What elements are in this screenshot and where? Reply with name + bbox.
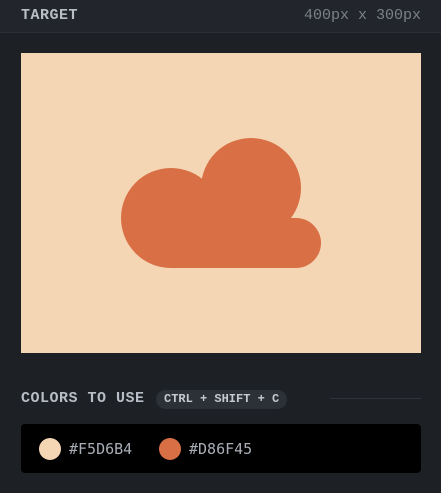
color-swatch-bar: #F5D6B4 #D86F45 — [21, 424, 421, 473]
color-hex-label: #D86F45 — [189, 439, 253, 458]
cloud-right-lobe — [271, 218, 321, 268]
target-size-label: 400px x 300px — [303, 7, 421, 24]
cloud-shape-illustration — [21, 53, 421, 353]
target-panel: TARGET 400px x 300px COLORS TO USE CTRL … — [0, 0, 441, 493]
color-swatch-1[interactable]: #D86F45 — [159, 424, 252, 473]
keyboard-shortcut-badge: CTRL + SHIFT + C — [156, 390, 288, 409]
colors-to-use-heading: COLORS TO USE — [21, 390, 145, 407]
panel-header: TARGET 400px x 300px — [0, 0, 441, 33]
color-dot-icon — [159, 437, 181, 460]
color-hex-label: #F5D6B4 — [69, 439, 133, 458]
header-title: TARGET — [21, 7, 79, 24]
color-swatch-0[interactable]: #F5D6B4 — [39, 424, 132, 473]
target-image — [21, 53, 421, 353]
color-dot-icon — [39, 437, 61, 460]
section-divider — [330, 398, 421, 399]
